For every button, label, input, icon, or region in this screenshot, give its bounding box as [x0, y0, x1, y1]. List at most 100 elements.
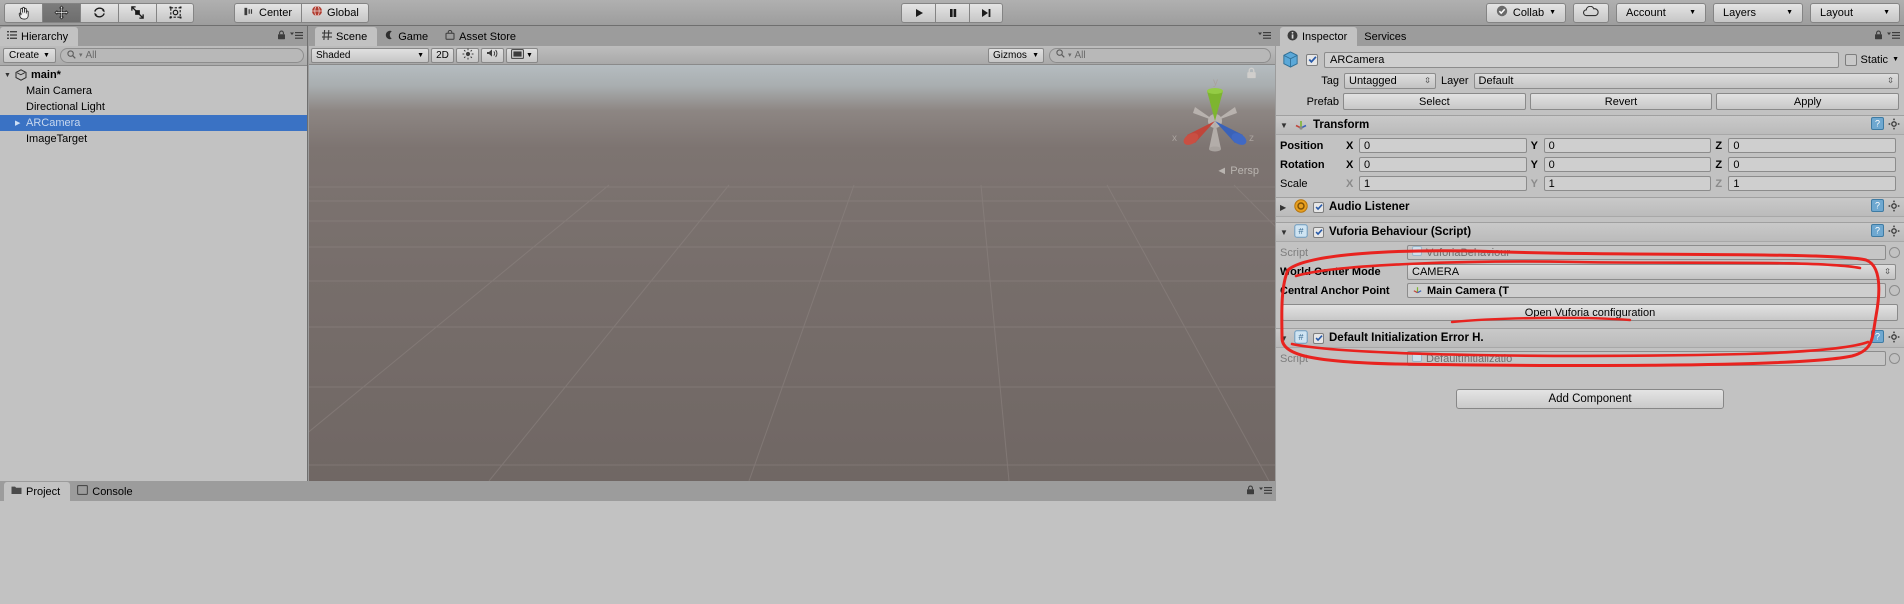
chevron-right-icon[interactable]: ▶	[1280, 203, 1289, 212]
prefab-label: Prefab	[1306, 95, 1339, 108]
scale-tool-button[interactable]	[118, 2, 156, 23]
audio-listener-enabled-checkbox[interactable]	[1313, 201, 1324, 213]
scale-x-input[interactable]: 1	[1359, 176, 1527, 191]
scale-y-input[interactable]: 1	[1543, 176, 1712, 191]
scene-perspective-label[interactable]: ◄ Persp	[1216, 165, 1259, 177]
chevron-right-icon[interactable]: ▶	[15, 119, 26, 127]
transform-header[interactable]: ▼ Transform ?	[1276, 116, 1904, 135]
tab-hierarchy[interactable]: Hierarchy	[0, 27, 79, 46]
tab-inspector[interactable]: Inspector	[1280, 27, 1358, 46]
shading-mode-dropdown[interactable]: Shaded ▼	[311, 47, 429, 63]
hierarchy-item-arcamera[interactable]: ▶ ARCamera	[0, 115, 307, 131]
layer-dropdown[interactable]: Default ⇳	[1473, 73, 1899, 89]
panel-menu-icon[interactable]	[1887, 31, 1900, 43]
open-vuforia-configuration-button[interactable]: Open Vuforia configuration	[1282, 304, 1898, 321]
chevron-down-icon[interactable]: ▼	[1280, 121, 1289, 130]
tab-project[interactable]: Project	[4, 482, 71, 501]
lock-icon[interactable]	[1246, 485, 1255, 498]
error-handler-script-field[interactable]: DefaultInitializatio	[1407, 351, 1886, 366]
vuforia-script-field[interactable]: VuforiaBehaviour	[1407, 245, 1886, 260]
hierarchy-item-directional-light[interactable]: Directional Light	[0, 99, 307, 115]
lock-icon[interactable]	[277, 30, 286, 43]
gear-icon[interactable]	[1888, 200, 1900, 215]
tab-services[interactable]: Services	[1357, 27, 1417, 46]
scene-orientation-gizmo[interactable]: y x z	[1169, 73, 1261, 165]
hierarchy-item-main-camera[interactable]: Main Camera	[0, 83, 307, 99]
rotation-y-input[interactable]: 0	[1543, 157, 1712, 172]
tag-dropdown[interactable]: Untagged ⇳	[1344, 73, 1436, 89]
audio-listener-header[interactable]: ▶ Audio Listener ?	[1276, 198, 1904, 217]
play-button[interactable]	[901, 2, 935, 23]
panel-menu-icon[interactable]	[290, 31, 303, 43]
tab-console[interactable]: Console	[70, 482, 143, 501]
scene-viewport[interactable]: y x z ◄ Persp	[309, 65, 1275, 481]
move-tool-button[interactable]	[42, 2, 80, 23]
rotate-tool-button[interactable]	[80, 2, 118, 23]
rect-tool-button[interactable]	[156, 2, 194, 23]
component-vuforia-behaviour: ▼ # Vuforia Behaviour (Script) ? Script …	[1276, 222, 1904, 321]
collab-button[interactable]: Collab ▼	[1485, 2, 1566, 23]
tab-game[interactable]: Game	[377, 27, 439, 46]
help-icon[interactable]: ?	[1871, 117, 1884, 133]
cloud-button[interactable]	[1573, 2, 1609, 23]
hierarchy-search-input[interactable]: ▾ All	[59, 48, 304, 63]
rotation-z-input[interactable]: 0	[1728, 157, 1897, 172]
world-center-mode-dropdown[interactable]: CAMERA ⇳	[1407, 263, 1896, 280]
hierarchy-item-scene[interactable]: ▼ main*	[0, 67, 307, 83]
space-mode-button[interactable]: Global	[301, 2, 369, 23]
lock-icon[interactable]	[1874, 30, 1883, 43]
object-enabled-checkbox[interactable]	[1306, 53, 1318, 66]
tab-asset-store[interactable]: Asset Store	[438, 27, 527, 46]
help-icon[interactable]: ?	[1871, 330, 1884, 346]
pivot-mode-button[interactable]: Center	[234, 2, 302, 23]
gear-icon[interactable]	[1888, 225, 1900, 240]
static-checkbox[interactable]	[1844, 53, 1857, 66]
chevron-down-icon[interactable]: ▼	[1280, 334, 1289, 343]
position-x-input[interactable]: 0	[1359, 138, 1527, 153]
panel-menu-icon[interactable]	[1258, 31, 1271, 43]
panel-menu-icon[interactable]	[1259, 486, 1272, 498]
step-button[interactable]	[969, 2, 1003, 23]
vuforia-header[interactable]: ▼ # Vuforia Behaviour (Script) ?	[1276, 223, 1904, 242]
rotation-x-input[interactable]: 0	[1359, 157, 1527, 172]
create-button[interactable]: Create ▼	[3, 48, 56, 63]
vuforia-enabled-checkbox[interactable]	[1313, 226, 1324, 238]
layers-button[interactable]: Layers ▼	[1713, 2, 1803, 23]
hierarchy-item-imagetarget[interactable]: ImageTarget	[0, 131, 307, 147]
tab-scene[interactable]: Scene	[315, 27, 378, 46]
scene-effects-button[interactable]: ▼	[506, 47, 538, 63]
central-anchor-picker[interactable]	[1889, 285, 1900, 296]
scene-audio-button[interactable]	[481, 47, 504, 63]
gear-icon[interactable]	[1888, 118, 1900, 133]
chevron-down-icon[interactable]: ▼	[4, 72, 15, 79]
object-name-input[interactable]: ARCamera	[1324, 51, 1839, 68]
position-y-input[interactable]: 0	[1543, 138, 1712, 153]
central-anchor-field[interactable]: Main Camera (T	[1407, 283, 1886, 298]
account-button[interactable]: Account ▼	[1616, 2, 1706, 23]
gear-icon[interactable]	[1888, 331, 1900, 346]
help-icon[interactable]: ?	[1871, 224, 1884, 240]
vuforia-script-picker[interactable]	[1889, 247, 1900, 258]
add-component-button[interactable]: Add Component	[1456, 389, 1724, 409]
layout-button[interactable]: Layout ▼	[1810, 2, 1900, 23]
error-handler-script-picker[interactable]	[1889, 353, 1900, 364]
prefab-revert-button[interactable]: Revert	[1529, 93, 1713, 110]
error-handler-header[interactable]: ▼ # Default Initialization Error H. ?	[1276, 329, 1904, 348]
scale-z-input[interactable]: 1	[1728, 176, 1897, 191]
error-handler-script-row: Script DefaultInitializatio	[1276, 350, 1904, 367]
pause-button[interactable]	[935, 2, 969, 23]
scene-lighting-button[interactable]	[456, 47, 479, 63]
hand-tool-button[interactable]	[4, 2, 42, 23]
component-transform: ▼ Transform ? Position X 0 Y 0 Z 0 Rotat…	[1276, 115, 1904, 192]
chevron-down-icon[interactable]: ▼	[1280, 228, 1289, 237]
toggle-2d-button[interactable]: 2D	[431, 47, 454, 63]
gizmos-dropdown[interactable]: Gizmos ▼	[988, 47, 1044, 63]
prefab-select-button[interactable]: Select	[1343, 93, 1526, 110]
prefab-apply-button[interactable]: Apply	[1716, 93, 1900, 110]
chevron-down-icon[interactable]: ▼	[1892, 56, 1899, 63]
layout-label: Layout	[1820, 6, 1854, 19]
error-handler-enabled-checkbox[interactable]	[1313, 332, 1324, 344]
scene-search-input[interactable]: ▾ All	[1049, 47, 1271, 63]
position-z-input[interactable]: 0	[1728, 138, 1897, 153]
help-icon[interactable]: ?	[1871, 199, 1884, 215]
